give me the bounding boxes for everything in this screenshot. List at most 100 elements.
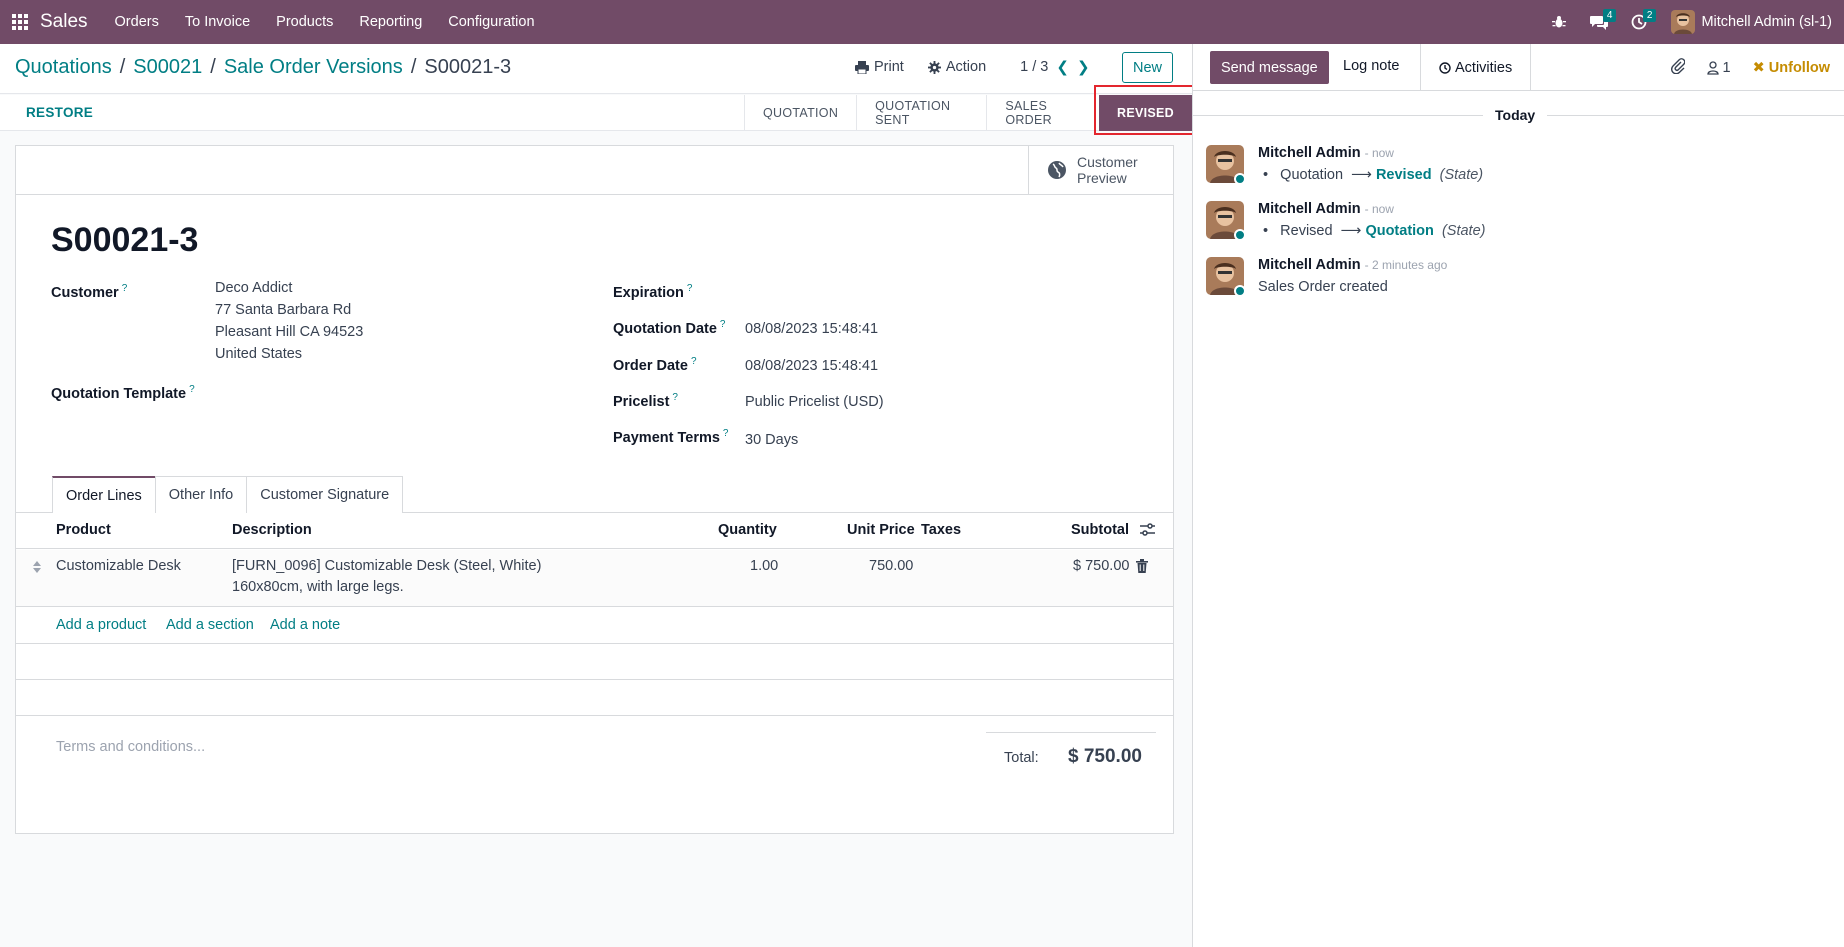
breadcrumb-separator: / bbox=[410, 56, 417, 78]
drag-handle-icon[interactable] bbox=[33, 561, 41, 577]
chatter-right-actions: 1 ✖ Unfollow bbox=[1670, 58, 1830, 78]
user-menu[interactable]: Mitchell Admin (sl-1) bbox=[1671, 10, 1832, 34]
add-product-link[interactable]: Add a product bbox=[56, 617, 146, 633]
button-box: Customer Preview bbox=[16, 146, 1173, 195]
customer-field[interactable]: Deco Addict 77 Santa Barbara Rd Pleasant… bbox=[215, 277, 363, 365]
online-status-icon bbox=[1234, 229, 1246, 241]
chat-icon[interactable]: 4 bbox=[1581, 0, 1617, 44]
stage-quotation[interactable]: QUOTATION bbox=[744, 95, 856, 131]
user-icon bbox=[1706, 61, 1719, 75]
restore-button[interactable]: RESTORE bbox=[26, 105, 93, 120]
quotation-date-label: Quotation Date? bbox=[613, 319, 726, 337]
menu-orders[interactable]: Orders bbox=[102, 14, 172, 30]
tracking-field: (State) bbox=[1441, 223, 1486, 239]
chatter-panel: Send message Log note Activities 1 ✖ Unf… bbox=[1192, 44, 1844, 947]
help-icon[interactable]: ? bbox=[672, 392, 678, 403]
expiration-label: Expiration? bbox=[613, 283, 693, 301]
action-button[interactable]: Action bbox=[927, 59, 986, 75]
print-label: Print bbox=[874, 59, 904, 75]
quotation-date-field[interactable]: 08/08/2023 15:48:41 bbox=[745, 318, 878, 340]
help-icon[interactable]: ? bbox=[720, 319, 726, 330]
breadcrumb-quotations[interactable]: Quotations bbox=[15, 56, 112, 79]
col-subtotal[interactable]: Subtotal bbox=[1071, 522, 1129, 538]
log-note-button[interactable]: Log note bbox=[1343, 58, 1399, 74]
clock-icon[interactable]: 2 bbox=[1621, 0, 1657, 44]
table-row[interactable]: Customizable Desk [FURN_0096] Customizab… bbox=[16, 550, 1173, 607]
pricelist-label: Pricelist? bbox=[613, 392, 678, 410]
app-name[interactable]: Sales bbox=[40, 11, 88, 33]
stage-quotation-sent[interactable]: QUOTATION SENT bbox=[856, 95, 986, 131]
menu-configuration[interactable]: Configuration bbox=[435, 14, 547, 30]
printer-icon bbox=[855, 60, 869, 74]
add-note-link[interactable]: Add a note bbox=[270, 617, 340, 633]
add-line-row: Add a product Add a section Add a note bbox=[16, 608, 1173, 644]
customer-label: Customer? bbox=[51, 283, 128, 301]
control-panel: Quotations / S00021 / Sale Order Version… bbox=[0, 44, 1192, 94]
help-icon[interactable]: ? bbox=[723, 428, 729, 439]
customer-preview-button[interactable]: Customer Preview bbox=[1028, 146, 1173, 194]
line-unit-price[interactable]: 750.00 bbox=[869, 558, 913, 574]
menu-products[interactable]: Products bbox=[263, 14, 346, 30]
payment-terms-field[interactable]: 30 Days bbox=[745, 429, 798, 451]
column-settings-icon[interactable] bbox=[1140, 523, 1155, 540]
pager-next-icon[interactable]: ❯ bbox=[1077, 58, 1090, 76]
total-label: Total: bbox=[1004, 750, 1039, 766]
stage-revised[interactable]: REVISED bbox=[1099, 95, 1192, 131]
trash-icon[interactable] bbox=[1136, 559, 1148, 577]
user-name: Mitchell Admin (sl-1) bbox=[1701, 14, 1832, 30]
print-button[interactable]: Print bbox=[855, 59, 904, 75]
col-unit-price[interactable]: Unit Price bbox=[847, 522, 915, 538]
terms-input[interactable]: Terms and conditions... bbox=[56, 739, 205, 755]
tab-customer-signature[interactable]: Customer Signature bbox=[246, 476, 404, 513]
add-section-link[interactable]: Add a section bbox=[166, 617, 254, 633]
help-icon[interactable]: ? bbox=[691, 356, 697, 367]
unfollow-button[interactable]: ✖ Unfollow bbox=[1753, 60, 1830, 76]
col-taxes[interactable]: Taxes bbox=[921, 522, 961, 538]
line-description-1[interactable]: [FURN_0096] Customizable Desk (Steel, Wh… bbox=[232, 558, 541, 574]
message-date: - now bbox=[1364, 146, 1394, 160]
globe-icon bbox=[1048, 161, 1066, 179]
tab-order-lines[interactable]: Order Lines bbox=[52, 476, 156, 513]
line-description-2[interactable]: 160x80cm, with large legs. bbox=[232, 579, 404, 595]
navbar-systray: 4 2 Mitchell Admin (sl-1) bbox=[1541, 0, 1832, 44]
message-author[interactable]: Mitchell Admin - now bbox=[1258, 145, 1394, 161]
breadcrumb-versions[interactable]: Sale Order Versions bbox=[224, 56, 403, 79]
line-quantity[interactable]: 1.00 bbox=[750, 558, 778, 574]
total-value: $ 750.00 bbox=[1068, 746, 1142, 767]
control-actions: Print Action 1 / 3 ❮ ❯ bbox=[855, 58, 1090, 76]
pricelist-field[interactable]: Public Pricelist (USD) bbox=[745, 391, 884, 413]
pager-previous-icon[interactable]: ❮ bbox=[1056, 58, 1069, 76]
message-author[interactable]: Mitchell Admin - now bbox=[1258, 201, 1394, 217]
line-product[interactable]: Customizable Desk bbox=[56, 558, 181, 574]
preview-label-line1: Customer bbox=[1077, 154, 1138, 170]
breadcrumb-order[interactable]: S00021 bbox=[133, 56, 202, 79]
message-date: - now bbox=[1364, 202, 1394, 216]
help-icon[interactable]: ? bbox=[122, 283, 128, 294]
tab-other-info[interactable]: Other Info bbox=[154, 476, 248, 513]
col-description[interactable]: Description bbox=[232, 522, 312, 538]
pager-value[interactable]: 1 / 3 bbox=[1020, 59, 1048, 75]
menu-reporting[interactable]: Reporting bbox=[346, 14, 435, 30]
activities-badge: 2 bbox=[1642, 9, 1657, 22]
chatter-topbar: Send message Log note Activities 1 ✖ Unf… bbox=[1193, 44, 1844, 91]
total-summary: Total: $ 750.00 bbox=[986, 732, 1156, 767]
apps-grid-icon[interactable] bbox=[2, 0, 38, 44]
help-icon[interactable]: ? bbox=[687, 283, 693, 294]
customer-street: 77 Santa Barbara Rd bbox=[215, 302, 352, 318]
activities-button[interactable]: Activities bbox=[1420, 44, 1532, 91]
followers-button[interactable]: 1 bbox=[1706, 60, 1731, 76]
stage-sales-order[interactable]: SALES ORDER bbox=[986, 95, 1099, 131]
bug-icon[interactable] bbox=[1541, 0, 1577, 44]
line-subtotal: $ 750.00 bbox=[1073, 558, 1130, 574]
col-product[interactable]: Product bbox=[56, 522, 111, 538]
tracking-new-value: Revised bbox=[1375, 167, 1432, 183]
help-icon[interactable]: ? bbox=[189, 384, 195, 395]
col-quantity[interactable]: Quantity bbox=[718, 522, 777, 538]
paperclip-icon[interactable] bbox=[1670, 58, 1685, 78]
message-author[interactable]: Mitchell Admin - 2 minutes ago bbox=[1258, 257, 1447, 273]
menu-to-invoice[interactable]: To Invoice bbox=[172, 14, 263, 30]
order-date-field[interactable]: 08/08/2023 15:48:41 bbox=[745, 355, 878, 377]
send-message-button[interactable]: Send message bbox=[1210, 51, 1329, 84]
new-button[interactable]: New bbox=[1122, 52, 1173, 83]
preview-label-line2: Preview bbox=[1077, 170, 1127, 186]
